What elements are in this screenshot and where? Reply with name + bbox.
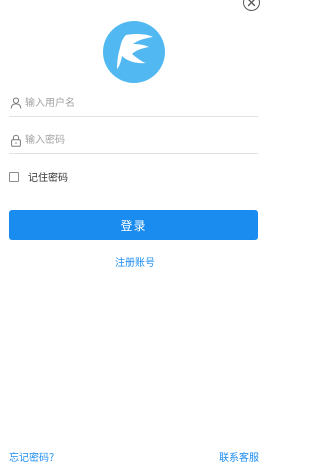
remember-label: 记住密码	[28, 173, 68, 184]
close-button[interactable]	[243, 0, 260, 11]
password-input[interactable]	[25, 130, 245, 150]
password-field	[9, 127, 258, 154]
username-input[interactable]	[25, 93, 245, 113]
contact-support-link[interactable]: 联系客服	[219, 449, 259, 464]
login-button[interactable]: 登录	[9, 210, 258, 240]
register-link-text[interactable]: 注册账号	[115, 258, 155, 269]
login-screen: 记住密码 登录 注册账号 忘记密码？ 联系客服	[0, 0, 270, 470]
feather-logo	[117, 33, 153, 69]
remember-checkbox[interactable]	[9, 171, 19, 182]
user-icon	[9, 96, 23, 110]
username-field	[9, 90, 258, 117]
app-logo	[103, 21, 165, 83]
remember-password[interactable]: 记住密码	[9, 169, 68, 184]
lock-icon	[9, 133, 23, 147]
register-link: 注册账号	[0, 254, 270, 269]
close-icon	[247, 0, 256, 7]
forgot-password-link[interactable]: 忘记密码？	[9, 449, 59, 464]
